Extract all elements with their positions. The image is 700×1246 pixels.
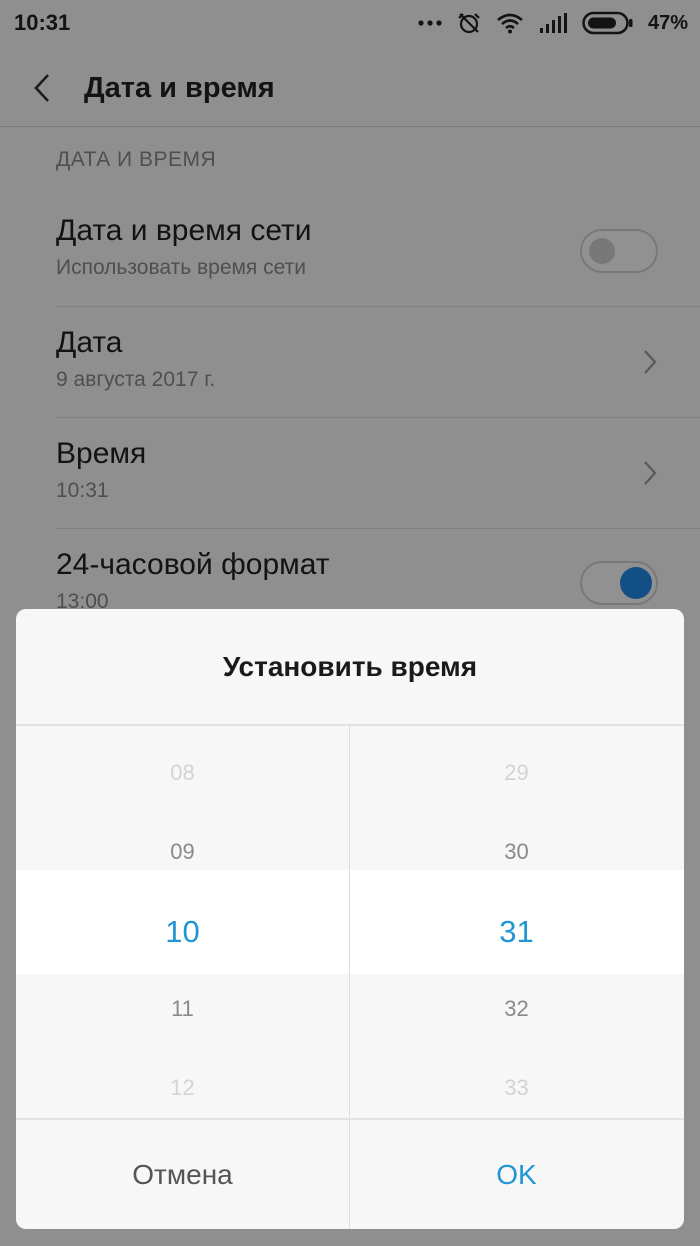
time-picker-dialog: Установить время 08 09 10 11 12 29 30 31…	[16, 609, 684, 1229]
minute-option[interactable]: 32	[350, 996, 683, 1022]
selected-minute[interactable]: 31	[350, 914, 683, 950]
hour-option[interactable]: 08	[16, 760, 349, 786]
cancel-button[interactable]: Отмена	[16, 1120, 349, 1229]
minute-option[interactable]: 29	[350, 760, 683, 786]
minute-picker[interactable]: 29 30 31 32 33	[350, 726, 683, 1118]
minute-option[interactable]: 30	[350, 839, 683, 865]
dialog-button-bar: Отмена OK	[16, 1118, 684, 1229]
hour-option[interactable]: 09	[16, 839, 349, 865]
hour-option[interactable]: 11	[16, 996, 349, 1022]
selected-hour[interactable]: 10	[16, 914, 349, 950]
hour-option[interactable]: 12	[16, 1075, 349, 1101]
hour-picker[interactable]: 08 09 10 11 12	[16, 726, 349, 1118]
minute-option[interactable]: 33	[350, 1075, 683, 1101]
ok-button[interactable]: OK	[350, 1120, 683, 1229]
dialog-title: Установить время	[222, 651, 478, 682]
